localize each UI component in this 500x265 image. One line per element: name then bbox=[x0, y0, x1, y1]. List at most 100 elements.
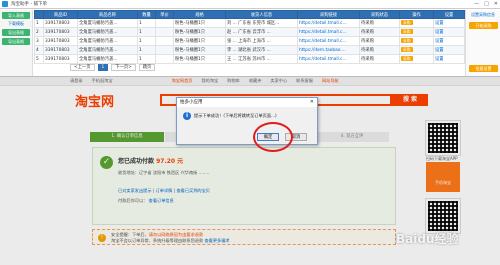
purchase-button[interactable]: 采购 bbox=[401, 38, 413, 43]
cell-text: 粉色-马桶圈1只 bbox=[175, 48, 206, 53]
table-cell: 王 ... 江苏省 苏州市 ... bbox=[225, 54, 298, 64]
left-panel: 导入表格 下载模板 导出表格 导出表格 bbox=[0, 10, 33, 76]
table-cell: 339170803 bbox=[43, 18, 78, 28]
table-cell: 刘 ... 广东省 东莞市 城区... bbox=[225, 18, 298, 28]
col-header[interactable]: 设置 bbox=[433, 10, 465, 19]
table-row[interactable]: 5 339170803 全角度马桶防汚盖... 1 粉色-马桶圈1只 王 ... 江苏省 … bbox=[34, 54, 465, 64]
purchase-url[interactable]: https://detail.tmall.c... bbox=[299, 57, 347, 62]
cell-text: 339170803 bbox=[45, 56, 70, 62]
dialog-close-icon[interactable]: ✕ bbox=[310, 99, 314, 105]
cell-text: 1 bbox=[139, 38, 142, 44]
maximize-icon[interactable]: □ bbox=[484, 1, 489, 7]
table-cell: 设置 bbox=[433, 54, 465, 64]
col-header[interactable]: 规格 bbox=[173, 10, 226, 19]
cell-text: 全角度马桶防汚盖... bbox=[79, 21, 118, 26]
title-bar: 淘宝助手 - 铺下单 — □ ✕ bbox=[0, 0, 500, 9]
table-cell: https://detail.tmall.c... bbox=[297, 27, 360, 37]
table-cell: 设置 bbox=[433, 27, 465, 37]
table-cell: 李 ... 湖北省 武汉市 ... bbox=[225, 45, 298, 55]
table-header: 商品ID 商品名称 数量 单价 规格 收货人信息 采购链接 采购状态 操作 设置 bbox=[34, 10, 465, 19]
table-cell: 全角度马桶防汚盖... bbox=[77, 27, 138, 37]
table-cell: 待采购 bbox=[359, 45, 400, 55]
settings-link[interactable]: 设置 bbox=[435, 39, 444, 44]
table-cell: 采购 bbox=[399, 45, 434, 55]
table-cell: 1 bbox=[137, 27, 156, 37]
table-cell: 采购 bbox=[399, 54, 434, 64]
purchase-button[interactable]: 采购 bbox=[401, 20, 413, 25]
table-row[interactable]: 2 339170803 全角度马桶防汚盖... 1 粉色-马桶圈1只 赵 ... 广东省 … bbox=[34, 27, 465, 37]
table-cell: 粉色-马桶圈1只 bbox=[173, 36, 226, 46]
table-cell: 待采购 bbox=[359, 54, 400, 64]
cell-text: 粉色-马桶圈1只 bbox=[175, 57, 206, 62]
table-cell: 张 ... 上海市 上海市 ... bbox=[225, 36, 298, 46]
purchase-url[interactable]: https://detail.tmall.c... bbox=[299, 39, 347, 44]
col-header[interactable]: 商品ID bbox=[43, 10, 78, 19]
table-cell bbox=[155, 45, 174, 55]
cell-text: 待采购 bbox=[361, 21, 374, 26]
cell-text: 339170803 bbox=[45, 47, 70, 53]
table-cell: 4 bbox=[34, 45, 44, 55]
orders-table: 商品ID 商品名称 数量 单价 规格 收货人信息 采购链接 采购状态 操作 设置… bbox=[34, 10, 465, 64]
table-cell bbox=[155, 54, 174, 64]
col-header[interactable]: 采购链接 bbox=[297, 10, 360, 19]
table-cell: 待采购 bbox=[359, 36, 400, 46]
purchase-settings-title[interactable]: 设置采购信息 bbox=[466, 12, 500, 18]
purchase-url[interactable]: https://item.taobao.... bbox=[299, 48, 346, 53]
table-cell: https://item.taobao.... bbox=[297, 45, 360, 55]
close-icon[interactable]: ✕ bbox=[494, 1, 498, 7]
table-cell: 1 bbox=[137, 36, 156, 46]
purchase-button[interactable]: 采购 bbox=[401, 56, 413, 61]
col-header bbox=[34, 10, 44, 19]
table-cell: 339170803 bbox=[43, 45, 78, 55]
batch-settings-button[interactable]: 批量设置 bbox=[469, 65, 498, 72]
table-cell: https://detail.tmall.c... bbox=[297, 18, 360, 28]
table-cell: 待采购 bbox=[359, 18, 400, 28]
prev-page-button[interactable]: <上一页 bbox=[70, 64, 95, 71]
purchase-button[interactable]: 采购 bbox=[401, 29, 413, 34]
cell-text: 待采购 bbox=[361, 39, 374, 44]
table-row[interactable]: 4 339170803 全角度马桶防汚盖... 1 粉色-马桶圈1只 李 ... 湖北省 … bbox=[34, 45, 465, 55]
table-cell: 设置 bbox=[433, 18, 465, 28]
table-cell: 采购 bbox=[399, 36, 434, 46]
purchase-url[interactable]: https://detail.tmall.c... bbox=[299, 21, 347, 26]
settings-link[interactable]: 设置 bbox=[435, 57, 444, 62]
table-cell: 1 bbox=[137, 54, 156, 64]
cell-text: 339170803 bbox=[45, 20, 70, 26]
next-page-button[interactable]: 下一页> bbox=[111, 64, 136, 71]
start-purchase-button[interactable]: 开始采购 bbox=[469, 22, 498, 29]
table-cell: 待采购 bbox=[359, 27, 400, 37]
table-cell: 全角度马桶防汚盖... bbox=[77, 54, 138, 64]
settings-link[interactable]: 设置 bbox=[435, 30, 444, 35]
col-header[interactable]: 收货人信息 bbox=[225, 10, 298, 19]
cell-text: 1 bbox=[139, 29, 142, 35]
table-cell: https://detail.tmall.c... bbox=[297, 36, 360, 46]
cell-text: 待采购 bbox=[361, 48, 374, 53]
jump-page-button[interactable]: 跳页 bbox=[138, 64, 156, 71]
col-header[interactable]: 数量 bbox=[137, 10, 156, 19]
cell-text: 粉色-马桶圈1只 bbox=[175, 30, 206, 35]
minimize-icon[interactable]: — bbox=[474, 1, 479, 7]
table-cell: https://detail.tmall.c... bbox=[297, 54, 360, 64]
export-button-2[interactable]: 导出表格 bbox=[2, 38, 30, 45]
table-cell: 全角度马桶防汚盖... bbox=[77, 18, 138, 28]
table-row[interactable]: 3 339170803 全角度马桶防汚盖... 1 粉色-马桶圈1只 张 ... 上海市 … bbox=[34, 36, 465, 46]
settings-link[interactable]: 设置 bbox=[435, 21, 444, 26]
purchase-url[interactable]: https://detail.tmall.c... bbox=[299, 30, 347, 35]
col-header[interactable]: 单价 bbox=[155, 10, 174, 19]
col-header[interactable]: 采购状态 bbox=[359, 10, 400, 19]
cell-text: 1 bbox=[139, 47, 142, 53]
import-button[interactable]: 导入表格 bbox=[2, 12, 30, 19]
table-cell: 采购 bbox=[399, 18, 434, 28]
page-number[interactable]: 1 bbox=[97, 64, 109, 71]
download-template-link[interactable]: 下载模板 bbox=[0, 21, 32, 27]
col-header[interactable]: 商品名称 bbox=[77, 10, 138, 19]
cell-text: 张 ... 上海市 上海市 ... bbox=[227, 39, 271, 44]
col-header[interactable]: 操作 bbox=[399, 10, 434, 19]
right-panel: 设置采购信息 开始采购 批量设置 bbox=[465, 10, 500, 76]
cell-text: 刘 ... 广东省 东莞市 城区... bbox=[227, 21, 280, 26]
table-cell: 采购 bbox=[399, 27, 434, 37]
purchase-button[interactable]: 采购 bbox=[401, 47, 413, 52]
table-row[interactable]: 1 339170803 全角度马桶防汚盖... 1 粉色-马桶圈1只 刘 ... 广东省 … bbox=[34, 18, 465, 28]
export-button[interactable]: 导出表格 bbox=[2, 29, 30, 36]
settings-link[interactable]: 设置 bbox=[435, 48, 444, 53]
